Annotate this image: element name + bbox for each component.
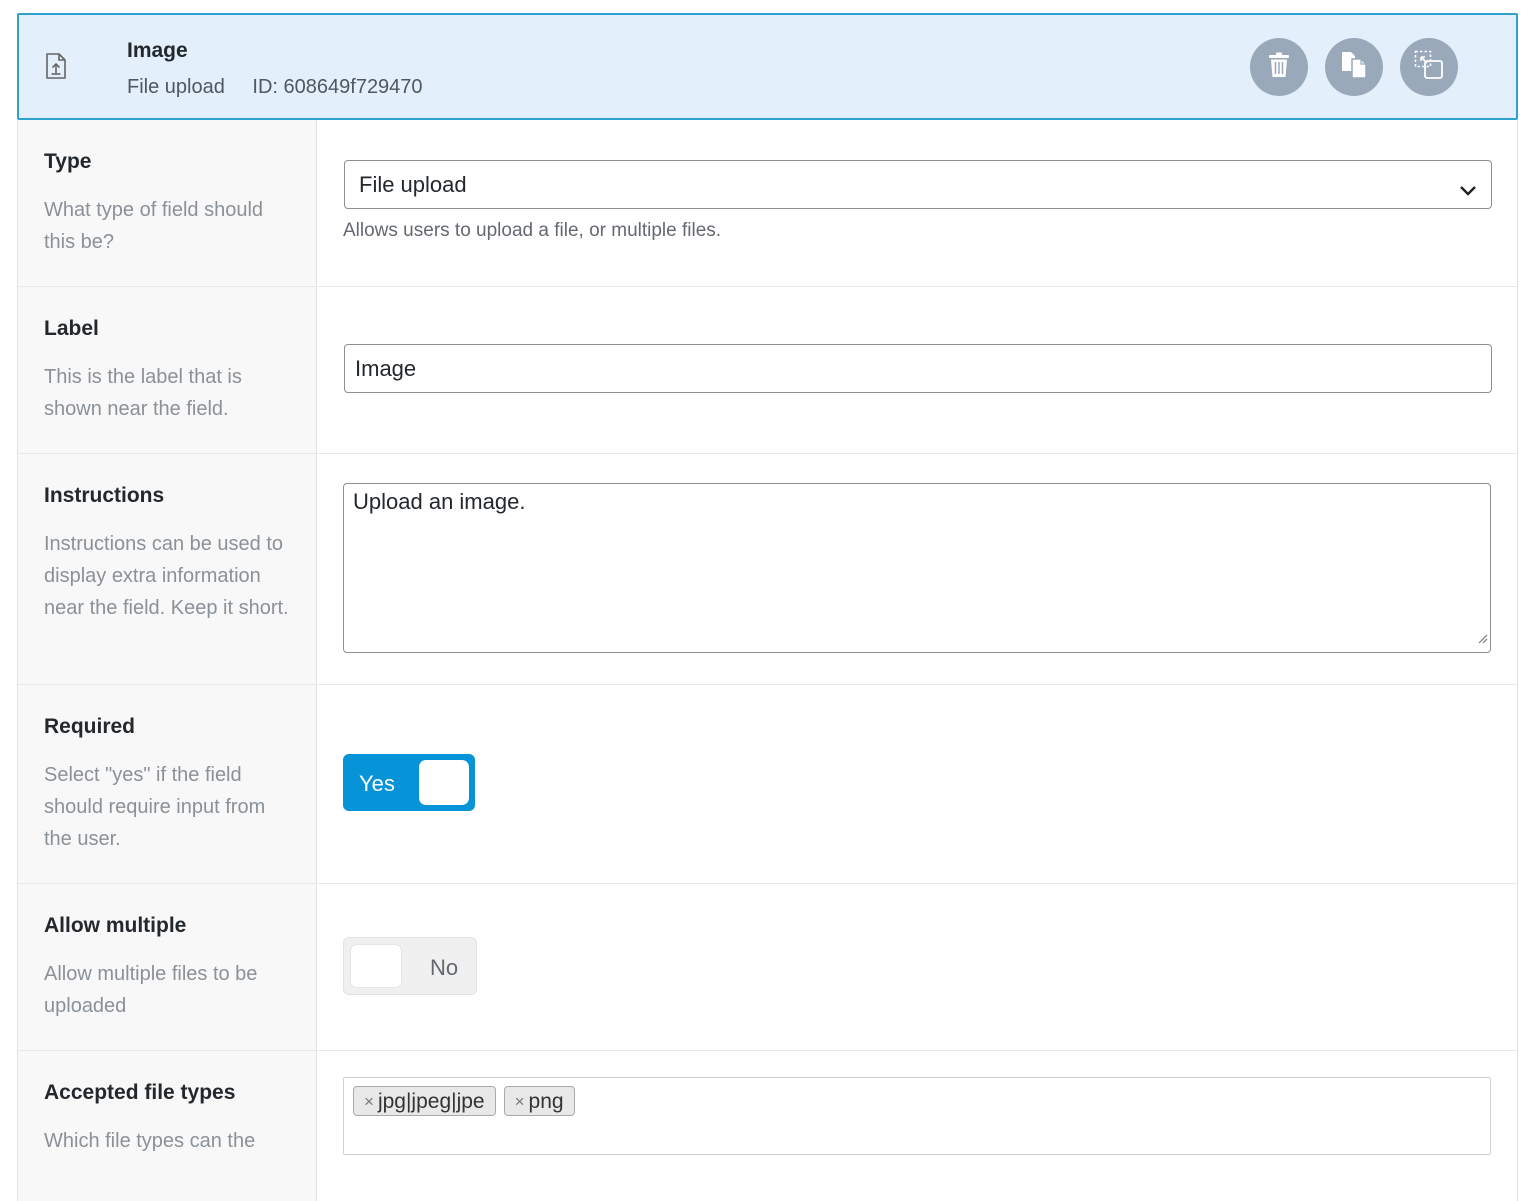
row-input-col: Yes bbox=[317, 685, 1517, 883]
field-title: Image bbox=[127, 39, 188, 62]
tag-label: png bbox=[528, 1090, 564, 1113]
move-button[interactable] bbox=[1400, 38, 1458, 96]
field-type-label: File upload bbox=[127, 76, 225, 98]
row-required: Required Select "yes" if the field shoul… bbox=[18, 684, 1517, 883]
toggle-knob bbox=[419, 760, 469, 805]
row-title: Label bbox=[44, 317, 99, 340]
row-input-col: × jpg|jpeg|jpe × png bbox=[317, 1051, 1517, 1201]
trash-icon bbox=[1268, 52, 1290, 83]
row-label-col: Label This is the label that is shown ne… bbox=[18, 287, 317, 453]
row-description: What type of field should this be? bbox=[44, 199, 264, 253]
field-meta: File upload ID: 608649f729470 bbox=[127, 76, 423, 99]
duplicate-icon bbox=[1340, 51, 1368, 84]
file-upload-icon bbox=[45, 53, 67, 79]
row-input-col: File upload Allows users to upload a fil… bbox=[317, 120, 1517, 286]
row-description: Instructions can be used to display extr… bbox=[44, 533, 289, 619]
row-title: Required bbox=[44, 715, 136, 738]
row-label-col: Required Select "yes" if the field shoul… bbox=[18, 685, 317, 883]
row-label-col: Instructions Instructions can be used to… bbox=[18, 454, 317, 684]
header-actions bbox=[1250, 38, 1458, 96]
row-description: This is the label that is shown near the… bbox=[44, 366, 242, 420]
file-type-tag: × png bbox=[503, 1086, 575, 1116]
row-input-col: Upload an image. bbox=[317, 454, 1517, 684]
delete-button[interactable] bbox=[1250, 38, 1308, 96]
row-description: Which file types can the bbox=[44, 1130, 256, 1152]
chevron-down-icon bbox=[1459, 177, 1477, 203]
row-label-col: Type What type of field should this be? bbox=[18, 120, 317, 286]
remove-tag-icon[interactable]: × bbox=[515, 1092, 525, 1112]
row-input-col: Image bbox=[317, 287, 1517, 453]
type-select-value: File upload bbox=[359, 172, 467, 197]
move-icon bbox=[1414, 50, 1444, 85]
row-instructions: Instructions Instructions can be used to… bbox=[18, 453, 1517, 684]
field-id-label: ID: 608649f729470 bbox=[252, 76, 423, 98]
resize-handle-icon[interactable] bbox=[1476, 624, 1488, 650]
label-input[interactable]: Image bbox=[344, 344, 1492, 393]
toggle-label: No bbox=[430, 955, 459, 980]
type-help-text: Allows users to upload a file, or multip… bbox=[343, 220, 722, 241]
row-title: Instructions bbox=[44, 484, 165, 507]
tag-label: jpg|jpeg|jpe bbox=[377, 1090, 485, 1113]
allow-multiple-toggle[interactable]: No bbox=[343, 937, 477, 995]
row-accepted-file-types: Accepted file types Which file types can… bbox=[18, 1050, 1517, 1201]
file-type-tag: × jpg|jpeg|jpe bbox=[353, 1086, 496, 1116]
row-title: Accepted file types bbox=[44, 1081, 236, 1104]
toggle-label: Yes bbox=[359, 771, 395, 796]
row-title: Type bbox=[44, 150, 92, 173]
file-types-select[interactable]: × jpg|jpeg|jpe × png bbox=[343, 1077, 1491, 1155]
row-type: Type What type of field should this be? … bbox=[18, 120, 1517, 286]
row-description: Allow multiple files to be uploaded bbox=[44, 963, 258, 1017]
row-label-col: Accepted file types Which file types can… bbox=[18, 1051, 317, 1201]
field-editor: Image File upload ID: 608649f729470 Type… bbox=[17, 13, 1518, 1201]
row-label-col: Allow multiple Allow multiple files to b… bbox=[18, 884, 317, 1050]
row-title: Allow multiple bbox=[44, 914, 187, 937]
required-toggle[interactable]: Yes bbox=[343, 754, 475, 811]
type-select[interactable]: File upload bbox=[344, 160, 1492, 209]
instructions-textarea[interactable]: Upload an image. bbox=[343, 483, 1491, 653]
row-allow-multiple: Allow multiple Allow multiple files to b… bbox=[18, 883, 1517, 1050]
row-input-col: No bbox=[317, 884, 1517, 1050]
duplicate-button[interactable] bbox=[1325, 38, 1383, 96]
row-label: Label This is the label that is shown ne… bbox=[18, 286, 1517, 453]
field-settings: Type What type of field should this be? … bbox=[17, 120, 1518, 1201]
remove-tag-icon[interactable]: × bbox=[364, 1092, 374, 1112]
toggle-knob bbox=[350, 944, 402, 988]
field-header[interactable]: Image File upload ID: 608649f729470 bbox=[17, 13, 1518, 120]
row-description: Select "yes" if the field should require… bbox=[44, 764, 266, 850]
instructions-value: Upload an image. bbox=[353, 489, 526, 514]
